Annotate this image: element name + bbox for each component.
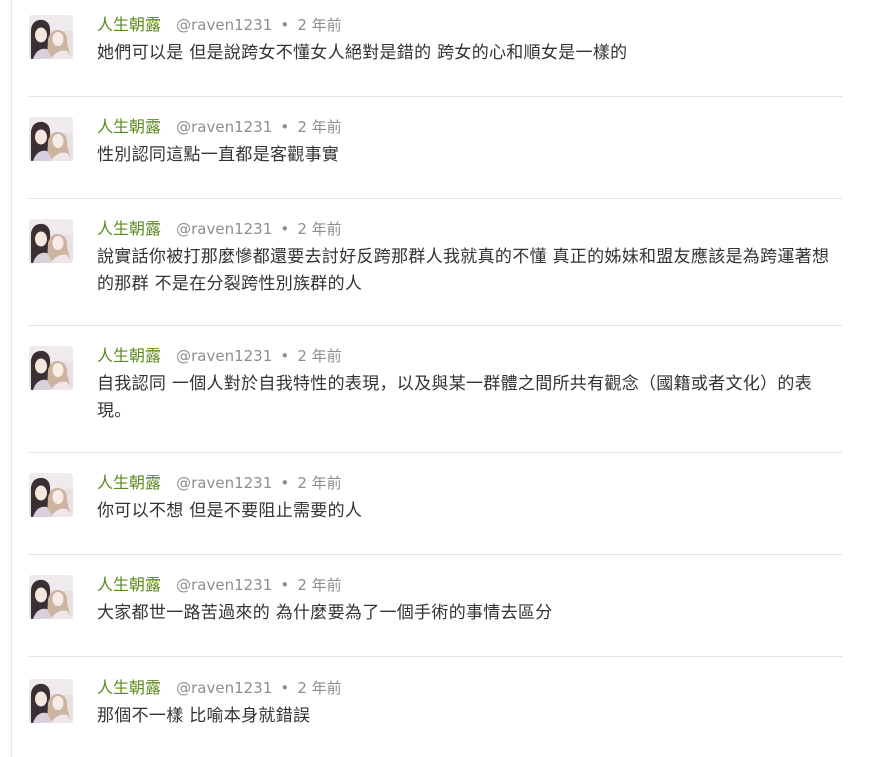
reply-item: 人生朝露 @raven1231 • 2 年前 那個不一樣 比喻本身就錯誤 bbox=[29, 657, 842, 757]
reply-list: 人生朝露 @raven1231 • 2 年前 她們可以是 但是說跨女不懂女人絕對… bbox=[29, 0, 842, 757]
reply-text: 那個不一樣 比喻本身就錯誤 bbox=[97, 706, 311, 726]
avatar[interactable] bbox=[29, 575, 73, 619]
avatar-image bbox=[29, 679, 73, 723]
avatar[interactable] bbox=[29, 679, 73, 723]
author-handle[interactable]: @raven1231 bbox=[176, 220, 272, 238]
reply-meta: 人生朝露 @raven1231 • 2 年前 bbox=[97, 678, 342, 698]
avatar-image bbox=[29, 473, 73, 517]
author-name[interactable]: 人生朝露 bbox=[97, 678, 161, 697]
reply-item: 人生朝露 @raven1231 • 2 年前 她們可以是 但是說跨女不懂女人絕對… bbox=[29, 0, 842, 97]
reply-item: 人生朝露 @raven1231 • 2 年前 自我認同 一個人對於自我特性的表現… bbox=[29, 326, 842, 453]
avatar[interactable] bbox=[29, 473, 73, 517]
reply-meta: 人生朝露 @raven1231 • 2 年前 bbox=[97, 15, 342, 35]
reply-meta: 人生朝露 @raven1231 • 2 年前 bbox=[97, 117, 342, 137]
avatar[interactable] bbox=[29, 15, 73, 59]
reply-meta: 人生朝露 @raven1231 • 2 年前 bbox=[97, 219, 342, 239]
reply-text: 你可以不想 但是不要阻止需要的人 bbox=[97, 501, 363, 521]
author-name[interactable]: 人生朝露 bbox=[97, 117, 161, 136]
reply-text: 性別認同這點一直都是客觀事實 bbox=[97, 145, 340, 165]
meta-separator: • bbox=[280, 576, 290, 594]
timestamp[interactable]: 2 年前 bbox=[297, 220, 341, 238]
author-name[interactable]: 人生朝露 bbox=[97, 346, 161, 365]
author-handle[interactable]: @raven1231 bbox=[176, 16, 272, 34]
author-handle[interactable]: @raven1231 bbox=[176, 118, 272, 136]
reply-item: 人生朝露 @raven1231 • 2 年前 大家都世一路苦過來的 為什麼要為了… bbox=[29, 555, 842, 657]
timestamp[interactable]: 2 年前 bbox=[297, 16, 341, 34]
author-name[interactable]: 人生朝露 bbox=[97, 575, 161, 594]
reply-item: 人生朝露 @raven1231 • 2 年前 性別認同這點一直都是客觀事實 bbox=[29, 97, 842, 199]
timestamp[interactable]: 2 年前 bbox=[297, 576, 341, 594]
avatar[interactable] bbox=[29, 219, 73, 263]
avatar-image bbox=[29, 219, 73, 263]
author-handle[interactable]: @raven1231 bbox=[176, 679, 272, 697]
timestamp[interactable]: 2 年前 bbox=[297, 347, 341, 365]
reply-item: 人生朝露 @raven1231 • 2 年前 說實話你被打那麼慘都還要去討好反跨… bbox=[29, 199, 842, 326]
reply-text: 說實話你被打那麼慘都還要去討好反跨那群人我就真的不懂 真正的姊妹和盟友應該是為跨… bbox=[97, 247, 830, 294]
timestamp[interactable]: 2 年前 bbox=[297, 679, 341, 697]
author-handle[interactable]: @raven1231 bbox=[176, 347, 272, 365]
meta-separator: • bbox=[280, 16, 290, 34]
author-name[interactable]: 人生朝露 bbox=[97, 473, 161, 492]
avatar[interactable] bbox=[29, 346, 73, 390]
meta-separator: • bbox=[280, 474, 290, 492]
thread-line bbox=[11, 0, 12, 757]
author-name[interactable]: 人生朝露 bbox=[97, 219, 161, 238]
reply-meta: 人生朝露 @raven1231 • 2 年前 bbox=[97, 346, 342, 366]
comment-thread: 人生朝露 @raven1231 • 2 年前 她們可以是 但是說跨女不懂女人絕對… bbox=[0, 0, 874, 757]
reply-text: 她們可以是 但是說跨女不懂女人絕對是錯的 跨女的心和順女是一樣的 bbox=[97, 43, 628, 63]
reply-meta: 人生朝露 @raven1231 • 2 年前 bbox=[97, 575, 342, 595]
avatar-image bbox=[29, 346, 73, 390]
avatar-image bbox=[29, 575, 73, 619]
meta-separator: • bbox=[280, 347, 290, 365]
avatar-image bbox=[29, 15, 73, 59]
avatar[interactable] bbox=[29, 117, 73, 161]
author-name[interactable]: 人生朝露 bbox=[97, 15, 161, 34]
author-handle[interactable]: @raven1231 bbox=[176, 474, 272, 492]
timestamp[interactable]: 2 年前 bbox=[297, 474, 341, 492]
reply-text: 自我認同 一個人對於自我特性的表現，以及與某一群體之間所共有觀念（國籍或者文化）… bbox=[97, 374, 813, 421]
reply-item: 人生朝露 @raven1231 • 2 年前 你可以不想 但是不要阻止需要的人 bbox=[29, 453, 842, 555]
avatar-image bbox=[29, 117, 73, 161]
meta-separator: • bbox=[280, 679, 290, 697]
reply-meta: 人生朝露 @raven1231 • 2 年前 bbox=[97, 473, 342, 493]
author-handle[interactable]: @raven1231 bbox=[176, 576, 272, 594]
reply-text: 大家都世一路苦過來的 為什麼要為了一個手術的事情去區分 bbox=[97, 603, 553, 623]
timestamp[interactable]: 2 年前 bbox=[297, 118, 341, 136]
meta-separator: • bbox=[280, 220, 290, 238]
meta-separator: • bbox=[280, 118, 290, 136]
